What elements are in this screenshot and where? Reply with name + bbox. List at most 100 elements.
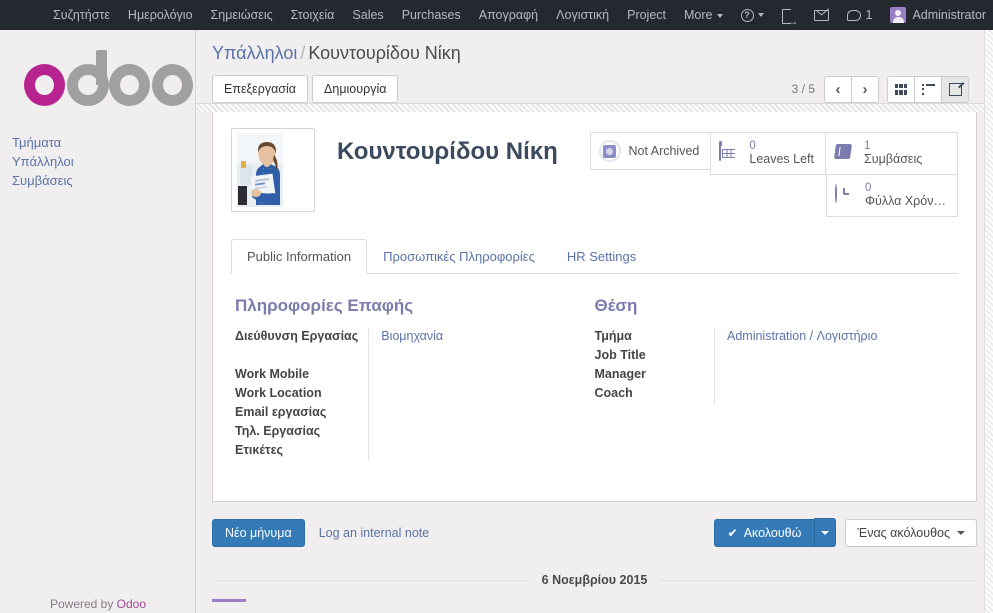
messages-button[interactable]: 1	[838, 0, 882, 30]
stat-contracts-value: 1	[864, 140, 871, 152]
stat-leaves[interactable]: 0 Leaves Left	[710, 132, 827, 175]
control-panel-actions: Επεξεργασία Δημιουργία 3 / 5 ‹ ›	[212, 75, 977, 103]
vertical-scrollbar[interactable]	[984, 30, 993, 613]
nav-contacts[interactable]: Στοιχεία	[282, 0, 344, 30]
field-work-mobile-label: Work Mobile	[235, 367, 310, 381]
field-coach-label: Coach	[594, 386, 633, 400]
field-work-location-label: Work Location	[235, 386, 322, 400]
position-fields-table: Τμήμα Administration / Λογιστήριο Job Ti…	[594, 328, 936, 404]
nav-notes[interactable]: Σημειώσεις	[202, 0, 282, 30]
field-department-value: Administration / Λογιστήριο	[714, 328, 936, 347]
field-department-link[interactable]: Administration / Λογιστήριο	[727, 329, 877, 343]
mail-button[interactable]	[805, 9, 838, 21]
chat-bubble-icon	[846, 9, 861, 21]
view-form-button[interactable]	[941, 75, 969, 103]
stat-timesheets-text: 0 Φύλλα Χρόν…	[865, 182, 946, 209]
sidebar: Τμήματα Υπάλληλοι Συμβάσεις Powered by O…	[0, 30, 196, 613]
signout-icon	[781, 6, 799, 36]
field-row-tags: Ετικέτες	[235, 442, 577, 461]
help-menu-button[interactable]: ?	[732, 8, 773, 22]
form-tabs: Public Information Προσωπικές Πληροφορίε…	[231, 239, 958, 274]
view-list-button[interactable]	[914, 75, 942, 103]
nav-calendar[interactable]: Ημερολόγιο	[119, 0, 202, 30]
field-row-work-location: Work Location	[235, 385, 577, 404]
nav-project[interactable]: Project	[618, 0, 675, 30]
field-row-manager: Manager	[594, 366, 936, 385]
stat-contracts-text: 1 Συμβάσεις	[864, 140, 922, 167]
position-group: Θέση Τμήμα Administration / Λογιστήριο J…	[595, 296, 955, 461]
signout-button[interactable]	[773, 6, 805, 36]
view-kanban-button[interactable]	[887, 75, 915, 103]
stat-timesheets[interactable]: 0 Φύλλα Χρόν…	[826, 174, 958, 217]
field-manager-value[interactable]	[714, 366, 936, 385]
nav-sales[interactable]: Sales	[343, 0, 392, 30]
create-button[interactable]: Δημιουργία	[312, 75, 399, 103]
field-work-phone-value[interactable]	[368, 423, 577, 442]
field-work-address-label: Διεύθυνση Εργασίας	[235, 329, 359, 343]
field-job-title-label: Job Title	[594, 348, 646, 362]
logo-letter-o3	[151, 64, 193, 106]
control-panel: Υπάλληλοι / Κουντουρίδου Νίκη Επεξεργασία …	[196, 30, 993, 103]
followers-label: Ένας ακόλουθος	[857, 525, 950, 540]
field-work-email-value[interactable]	[368, 404, 577, 423]
employee-photo[interactable]	[231, 128, 315, 212]
breadcrumb-root[interactable]: Υπάλληλοι	[212, 43, 297, 63]
field-manager-label: Manager	[594, 367, 646, 381]
odoo-logo[interactable]	[24, 50, 195, 113]
chatter-date-label: 6 Νοεμβρίου 2015	[541, 573, 648, 587]
stat-contracts-label: Συμβάσεις	[864, 152, 923, 166]
field-tags-value[interactable]	[368, 442, 577, 461]
chevron-down-icon	[757, 13, 764, 17]
chevron-down-icon	[957, 530, 965, 535]
pager-previous-button[interactable]: ‹	[824, 75, 852, 103]
followers-button[interactable]: Ένας ακόλουθος	[845, 518, 977, 547]
stat-leaves-label: Leaves Left	[749, 152, 815, 166]
form-header: Κουντουρίδου Νίκη Not Archived 0 Leaves …	[231, 128, 958, 217]
nav-discuss[interactable]: Συζητήστε	[44, 0, 119, 30]
field-job-title-value[interactable]	[714, 347, 936, 366]
powered-by-text: Powered by	[49, 597, 117, 611]
odoo-brand-link[interactable]: Odoo	[117, 597, 146, 611]
sidebar-item-contracts[interactable]: Συμβάσεις	[6, 171, 195, 190]
top-navbar: Συζητήστε Ημερολόγιο Σημειώσεις Στοιχεία…	[0, 0, 993, 36]
stat-contracts[interactable]: 1 Συμβάσεις	[825, 132, 958, 175]
logo-letter-d	[67, 50, 110, 106]
nav-inventory[interactable]: Απογραφή	[470, 0, 547, 30]
field-coach-value[interactable]	[714, 385, 936, 404]
field-row-coach: Coach	[594, 385, 936, 404]
chatter: Νέο μήνυμα Log an internal note ✔ Ακολου…	[196, 502, 993, 602]
pager-counter: 3 / 5	[791, 82, 815, 96]
follow-dropdown-button[interactable]	[814, 518, 837, 547]
field-tags-label: Ετικέτες	[235, 443, 284, 457]
edit-button[interactable]: Επεξεργασία	[212, 75, 309, 103]
new-message-button[interactable]: Νέο μήνυμα	[212, 518, 305, 547]
position-group-title: Θέση	[594, 296, 638, 315]
stat-archived[interactable]: Not Archived	[589, 132, 712, 170]
pager-next-button[interactable]: ›	[851, 75, 879, 103]
panel-shadow-strip	[196, 103, 993, 112]
breadcrumb-current: Κουντουρίδου Νίκη	[308, 43, 461, 63]
tab-hr-settings[interactable]: HR Settings	[551, 239, 652, 274]
field-work-address-link[interactable]: Βιομηχανία	[381, 329, 443, 343]
nav-accounting[interactable]: Λογιστική	[547, 0, 618, 30]
follow-button[interactable]: ✔ Ακολουθώ	[713, 518, 816, 547]
sidebar-item-employees[interactable]: Υπάλληλοι	[6, 152, 195, 171]
user-menu-button[interactable]: Administrator	[881, 0, 993, 30]
log-internal-note-button[interactable]: Log an internal note	[319, 526, 430, 540]
employee-photo-svg	[234, 131, 312, 209]
field-work-location-value[interactable]	[368, 385, 577, 404]
pager-buttons: ‹ ›	[824, 75, 879, 103]
nav-purchases[interactable]: Purchases	[393, 0, 470, 30]
sidebar-item-departments[interactable]: Τμήματα	[6, 133, 195, 152]
tab-personal-information[interactable]: Προσωπικές Πληροφορίες	[367, 239, 551, 274]
tab-public-information[interactable]: Public Information	[231, 239, 368, 274]
field-row-work-email: Email εργασίας	[235, 404, 577, 423]
logo-letter-o1	[24, 64, 66, 106]
grid-icon	[894, 83, 908, 95]
employee-photo-image	[234, 131, 312, 209]
logo-letter-o2	[108, 64, 150, 106]
chatter-message-placeholder	[212, 599, 246, 602]
form-body: Πληροφορίες Επαφής Διεύθυνση Εργασίας Βι…	[231, 274, 958, 461]
field-work-mobile-value[interactable]	[368, 366, 577, 385]
nav-more[interactable]: More	[675, 0, 731, 30]
